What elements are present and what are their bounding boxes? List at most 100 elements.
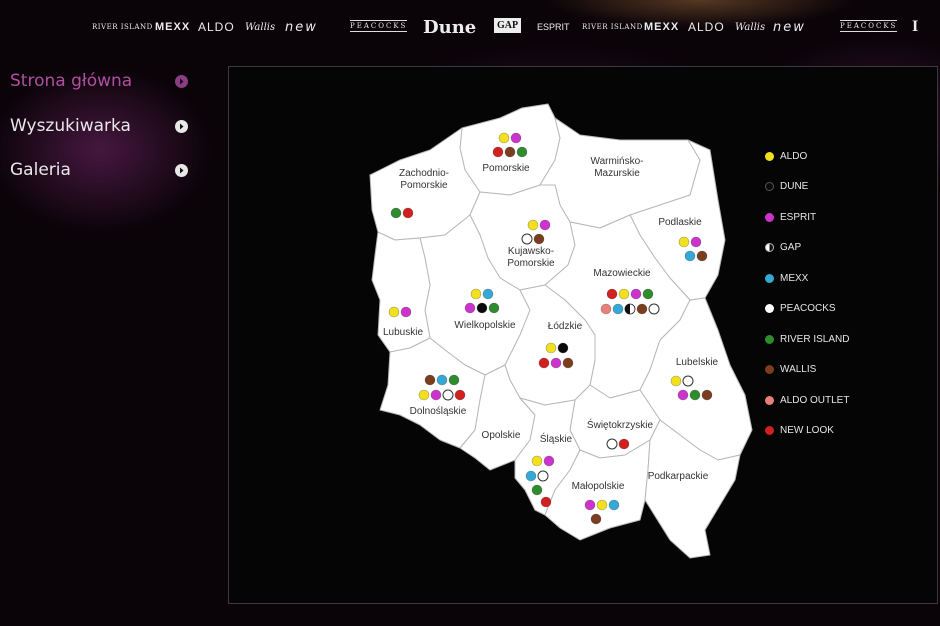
region-label: Mazowieckie xyxy=(593,268,651,279)
region-label: Wielkopolskie xyxy=(454,320,516,331)
aldo-store-dot[interactable] xyxy=(470,288,482,300)
mexx-store-dot[interactable] xyxy=(612,303,624,315)
dune-dot-icon xyxy=(765,182,774,191)
esprit-store-dot[interactable] xyxy=(584,499,596,511)
legend-item-gap: GAP xyxy=(765,240,801,256)
new-look-store-dot[interactable] xyxy=(454,389,466,401)
legend-item-wallis: WALLIS xyxy=(765,362,816,378)
river-island-store-dot[interactable] xyxy=(689,389,701,401)
legend-label: GAP xyxy=(780,242,802,253)
region-label: Lubelskie xyxy=(676,357,719,368)
region-label: Małopolskie xyxy=(572,481,625,492)
wallis-store-dot[interactable] xyxy=(533,233,545,245)
wallis-store-dot[interactable] xyxy=(636,303,648,315)
peacocks-store-dot[interactable] xyxy=(648,303,660,315)
peacocks-store-dot[interactable] xyxy=(537,470,549,482)
aldo-dot-icon xyxy=(765,151,774,161)
wallis-store-dot[interactable] xyxy=(701,389,713,401)
region-label: Podlaskie xyxy=(658,217,702,228)
wallis-store-dot[interactable] xyxy=(590,513,602,525)
aldo-store-dot[interactable] xyxy=(527,219,539,231)
dune-store-dot[interactable] xyxy=(476,302,488,314)
aldo-outlet-dot-icon xyxy=(765,395,774,405)
mexx-store-dot[interactable] xyxy=(684,250,696,262)
mexx-store-dot[interactable] xyxy=(525,470,537,482)
legend-item-peacocks: PEACOCKS xyxy=(765,301,836,317)
river-island-store-dot[interactable] xyxy=(488,302,500,314)
legend-item-new-look: NEW LOOK xyxy=(765,423,834,439)
aldo-store-dot[interactable] xyxy=(388,306,400,318)
new-look-store-dot[interactable] xyxy=(618,438,630,450)
wallis-store-dot[interactable] xyxy=(424,374,436,386)
river-island-dot-icon xyxy=(765,334,774,344)
region-label: Podkarpackie xyxy=(648,471,709,482)
legend-item-mexx: MEXX xyxy=(765,270,808,286)
wallis-store-dot[interactable] xyxy=(562,357,574,369)
region-label: Lubuskie xyxy=(383,327,423,338)
esprit-store-dot[interactable] xyxy=(400,306,412,318)
region-label: Zachodnio- xyxy=(399,168,449,179)
peacocks-store-dot[interactable] xyxy=(521,233,533,245)
legend-label: ESPRIT xyxy=(780,211,817,223)
aldo-store-dot[interactable] xyxy=(678,236,690,248)
peacocks-dot-icon xyxy=(765,304,774,313)
river-island-store-dot[interactable] xyxy=(516,146,528,158)
region-label: Pomorskie xyxy=(400,180,448,191)
mexx-store-dot[interactable] xyxy=(482,288,494,300)
new-look-dot-icon xyxy=(765,426,774,435)
mexx-dot-icon xyxy=(765,273,774,283)
esprit-store-dot[interactable] xyxy=(543,455,555,467)
new-look-store-dot[interactable] xyxy=(606,288,618,300)
new-look-store-dot[interactable] xyxy=(402,207,414,219)
legend-label: DUNE xyxy=(780,181,809,192)
region-label: Opolskie xyxy=(482,430,521,441)
gap-store-dot[interactable] xyxy=(624,303,636,315)
wallis-store-dot[interactable] xyxy=(696,250,708,262)
peacocks-store-dot[interactable] xyxy=(682,375,694,387)
river-island-store-dot[interactable] xyxy=(531,484,543,496)
aldo-store-dot[interactable] xyxy=(498,132,510,144)
legend-label: ALDO OUTLET xyxy=(780,394,850,406)
legend-label: ALDO xyxy=(780,150,808,162)
legend-label: RIVER ISLAND xyxy=(780,333,850,345)
river-island-store-dot[interactable] xyxy=(642,288,654,300)
esprit-store-dot[interactable] xyxy=(430,389,442,401)
wallis-store-dot[interactable] xyxy=(504,146,516,158)
legend-label: WALLIS xyxy=(780,364,817,375)
peacocks-store-dot[interactable] xyxy=(442,389,454,401)
esprit-store-dot[interactable] xyxy=(464,302,476,314)
legend-item-aldo-outlet: ALDO OUTLET xyxy=(765,392,849,408)
esprit-store-dot[interactable] xyxy=(690,236,702,248)
mexx-store-dot[interactable] xyxy=(608,499,620,511)
legend-item-esprit: ESPRIT xyxy=(765,209,816,225)
legend-item-aldo: ALDO xyxy=(765,148,807,164)
legend-item-dune: DUNE xyxy=(765,179,808,195)
region-label: Pomorskie xyxy=(482,163,530,174)
peacocks-store-dot[interactable] xyxy=(606,438,618,450)
esprit-store-dot[interactable] xyxy=(550,357,562,369)
esprit-store-dot[interactable] xyxy=(539,219,551,231)
mexx-store-dot[interactable] xyxy=(436,374,448,386)
new-look-store-dot[interactable] xyxy=(540,496,552,508)
aldo-store-dot[interactable] xyxy=(618,288,630,300)
dune-store-dot[interactable] xyxy=(557,342,569,354)
region-label: Dolnośląskie xyxy=(410,406,467,417)
aldo-store-dot[interactable] xyxy=(545,342,557,354)
new-look-store-dot[interactable] xyxy=(492,146,504,158)
aldo-store-dot[interactable] xyxy=(531,455,543,467)
legend-label: PEACOCKS xyxy=(780,303,836,314)
esprit-store-dot[interactable] xyxy=(630,288,642,300)
gap-dot-icon xyxy=(765,243,774,252)
aldo-store-dot[interactable] xyxy=(418,389,430,401)
esprit-store-dot[interactable] xyxy=(677,389,689,401)
aldo-store-dot[interactable] xyxy=(596,499,608,511)
aldo-store-dot[interactable] xyxy=(670,375,682,387)
esprit-store-dot[interactable] xyxy=(510,132,522,144)
aldo-outlet-store-dot[interactable] xyxy=(600,303,612,315)
river-island-store-dot[interactable] xyxy=(390,207,402,219)
legend-label: NEW LOOK xyxy=(780,425,834,436)
river-island-store-dot[interactable] xyxy=(448,374,460,386)
region-label: Mazurskie xyxy=(594,168,640,179)
new-look-store-dot[interactable] xyxy=(538,357,550,369)
region-label: Śląskie xyxy=(540,432,573,445)
